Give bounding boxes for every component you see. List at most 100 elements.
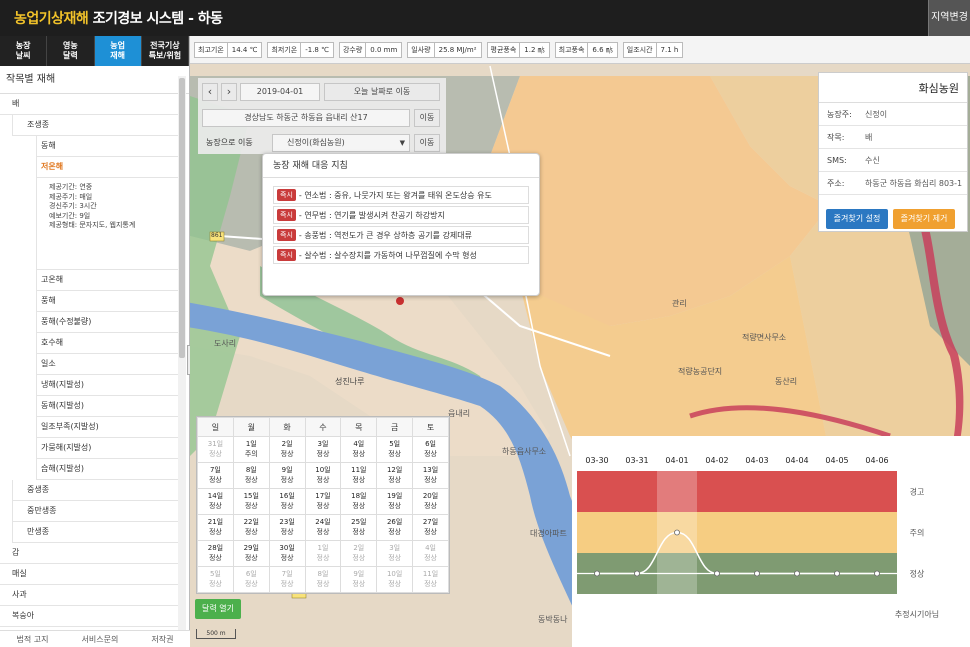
day-number: 17일 [315, 492, 331, 500]
tree-item[interactable]: 감 [0, 543, 178, 564]
region-change-button[interactable]: 지역변경 [928, 0, 970, 36]
calendar-day[interactable]: 28일 정상 [197, 540, 234, 567]
risk-point[interactable] [834, 570, 840, 577]
tree-item[interactable]: 복숭아 [0, 606, 178, 627]
risk-point[interactable] [794, 570, 800, 577]
calendar-day[interactable]: 1일 정상 [304, 540, 342, 567]
day-status: 정상 [352, 580, 366, 588]
calendar-day[interactable]: 3일 정상 [376, 540, 414, 567]
address-field[interactable]: 경상남도 하동군 하동읍 읍내리 산17 [202, 109, 410, 127]
favorite-set-button[interactable]: 즐겨찾기 설정 [826, 209, 888, 229]
tab-1[interactable]: 영농 달력 [47, 36, 95, 66]
risk-point[interactable] [634, 570, 640, 577]
open-calendar-button[interactable]: 달력 열기 [195, 599, 241, 619]
map-view[interactable]: 861 863 도사리 성진나루 하동읍사무소 대경아파트 적량면사무소 적량농… [190, 36, 970, 647]
address-move-button[interactable]: 이동 [414, 109, 440, 127]
calendar-day[interactable]: 6일 정상 [412, 436, 449, 463]
calendar-day[interactable]: 29일 정상 [232, 540, 270, 567]
date-field[interactable]: 2019-04-01 [240, 83, 320, 101]
calendar-day[interactable]: 15일 정상 [232, 488, 270, 515]
risk-point[interactable] [674, 529, 680, 536]
calendar-day[interactable]: 23일 정상 [268, 514, 306, 541]
footer-legal-link[interactable]: 법적 고지 [17, 634, 49, 645]
calendar-day[interactable]: 9일 정상 [340, 566, 378, 593]
tab-0[interactable]: 농장 날씨 [0, 36, 48, 66]
calendar-day[interactable]: 25일 정상 [340, 514, 378, 541]
risk-point[interactable] [754, 570, 760, 577]
calendar-day[interactable]: 10일 정상 [376, 566, 414, 593]
tree-item[interactable]: 배 [0, 94, 178, 115]
calendar-day[interactable]: 8일 정상 [304, 566, 342, 593]
tree-item[interactable]: 중생종 [12, 480, 178, 501]
calendar-day[interactable]: 27일 정상 [412, 514, 449, 541]
calendar-day[interactable]: 4일 정상 [412, 540, 449, 567]
weekday-header: 화 [268, 417, 306, 437]
tree-item[interactable]: 일조부족(지발성) [36, 417, 178, 438]
calendar-day[interactable]: 5일 정상 [376, 436, 414, 463]
calendar-day[interactable]: 2일 정상 [340, 540, 378, 567]
farm-select-value: 신정이(화심농원) [287, 138, 345, 147]
calendar-day[interactable]: 24일 정상 [304, 514, 342, 541]
calendar-day[interactable]: 14일 정상 [197, 488, 234, 515]
calendar-day[interactable]: 11일 정상 [412, 566, 449, 593]
scroll-thumb[interactable] [179, 78, 185, 358]
calendar-day[interactable]: 18일 정상 [340, 488, 378, 515]
calendar-day[interactable]: 22일 정상 [232, 514, 270, 541]
calendar-day[interactable]: 31일 정상 [197, 436, 234, 463]
calendar-day[interactable]: 12일 정상 [376, 462, 414, 489]
calendar-day[interactable]: 13일 정상 [412, 462, 449, 489]
tree-item[interactable]: 냉해(지발성) [36, 375, 178, 396]
tree-item[interactable]: 만생종 [12, 522, 178, 543]
tree-item[interactable]: 고온해 [36, 270, 178, 291]
tree-item[interactable]: 호수해 [36, 333, 178, 354]
risk-point[interactable] [594, 570, 600, 577]
tree-item[interactable]: 중만생종 [12, 501, 178, 522]
tree-item[interactable]: 매실 [0, 564, 178, 585]
prev-date-button[interactable]: ‹ [202, 83, 218, 101]
calendar-day[interactable]: 19일 정상 [376, 488, 414, 515]
today-button[interactable]: 오늘 날짜로 이동 [324, 83, 440, 101]
tree-item[interactable]: 습해(지발성) [36, 459, 178, 480]
tab-3[interactable]: 전국기상 특보/위험 [142, 36, 189, 66]
footer-copyright-link[interactable]: 저작권 [151, 634, 173, 645]
calendar-day[interactable]: 20일 정상 [412, 488, 449, 515]
calendar-day[interactable]: 17일 정상 [304, 488, 342, 515]
next-date-button[interactable]: › [221, 83, 237, 101]
risk-point[interactable] [714, 570, 720, 577]
tree-item[interactable]: 풍해 [36, 291, 178, 312]
favorite-remove-button[interactable]: 즐겨찾기 제거 [893, 209, 955, 229]
calendar-day[interactable]: 3일 정상 [304, 436, 342, 463]
tree-item[interactable]: 조생종 [12, 115, 178, 136]
calendar-day[interactable]: 4일 정상 [340, 436, 378, 463]
weather-item: 최고풍속 6.6 ㎧ [554, 41, 618, 58]
calendar-day[interactable]: 7일 정상 [197, 462, 234, 489]
tree-item[interactable]: 일소 [36, 354, 178, 375]
day-status: 정상 [424, 450, 437, 458]
farm-select[interactable]: 신정이(화심농원) ▼ [272, 134, 410, 152]
tree-item[interactable]: 저온해 [36, 157, 178, 178]
calendar-day[interactable]: 16일 정상 [268, 488, 306, 515]
calendar-day[interactable]: 2일 정상 [268, 436, 306, 463]
sidebar-scrollbar[interactable] [178, 76, 186, 632]
calendar-day[interactable]: 7일 정상 [268, 566, 306, 593]
calendar-day[interactable]: 6일 정상 [232, 566, 270, 593]
tree-item[interactable]: 동해 [36, 136, 178, 157]
calendar-day[interactable]: 11일 정상 [340, 462, 378, 489]
calendar-day[interactable]: 26일 정상 [376, 514, 414, 541]
tree-item[interactable]: 동해(지발성) [36, 396, 178, 417]
footer-contact-link[interactable]: 서비스문의 [82, 634, 119, 645]
calendar-day[interactable]: 8일 정상 [232, 462, 270, 489]
calendar-day[interactable]: 1일 주의 [232, 436, 270, 463]
calendar-day[interactable]: 30일 정상 [268, 540, 306, 567]
calendar-day[interactable]: 10일 정상 [304, 462, 342, 489]
tab-2[interactable]: 농업 재해 [94, 36, 142, 66]
calendar-day[interactable]: 9일 정상 [268, 462, 306, 489]
risk-point[interactable] [874, 570, 880, 577]
calendar-day[interactable]: 21일 정상 [197, 514, 234, 541]
tree-item[interactable]: 풍해(수정불량) [36, 312, 178, 333]
tree-item[interactable]: 사과 [0, 585, 178, 606]
weekday-header: 토 [412, 417, 449, 437]
tree-item[interactable]: 가뭄해(지발성) [36, 438, 178, 459]
farm-move-button[interactable]: 이동 [414, 134, 440, 152]
calendar-day[interactable]: 5일 정상 [197, 566, 234, 593]
